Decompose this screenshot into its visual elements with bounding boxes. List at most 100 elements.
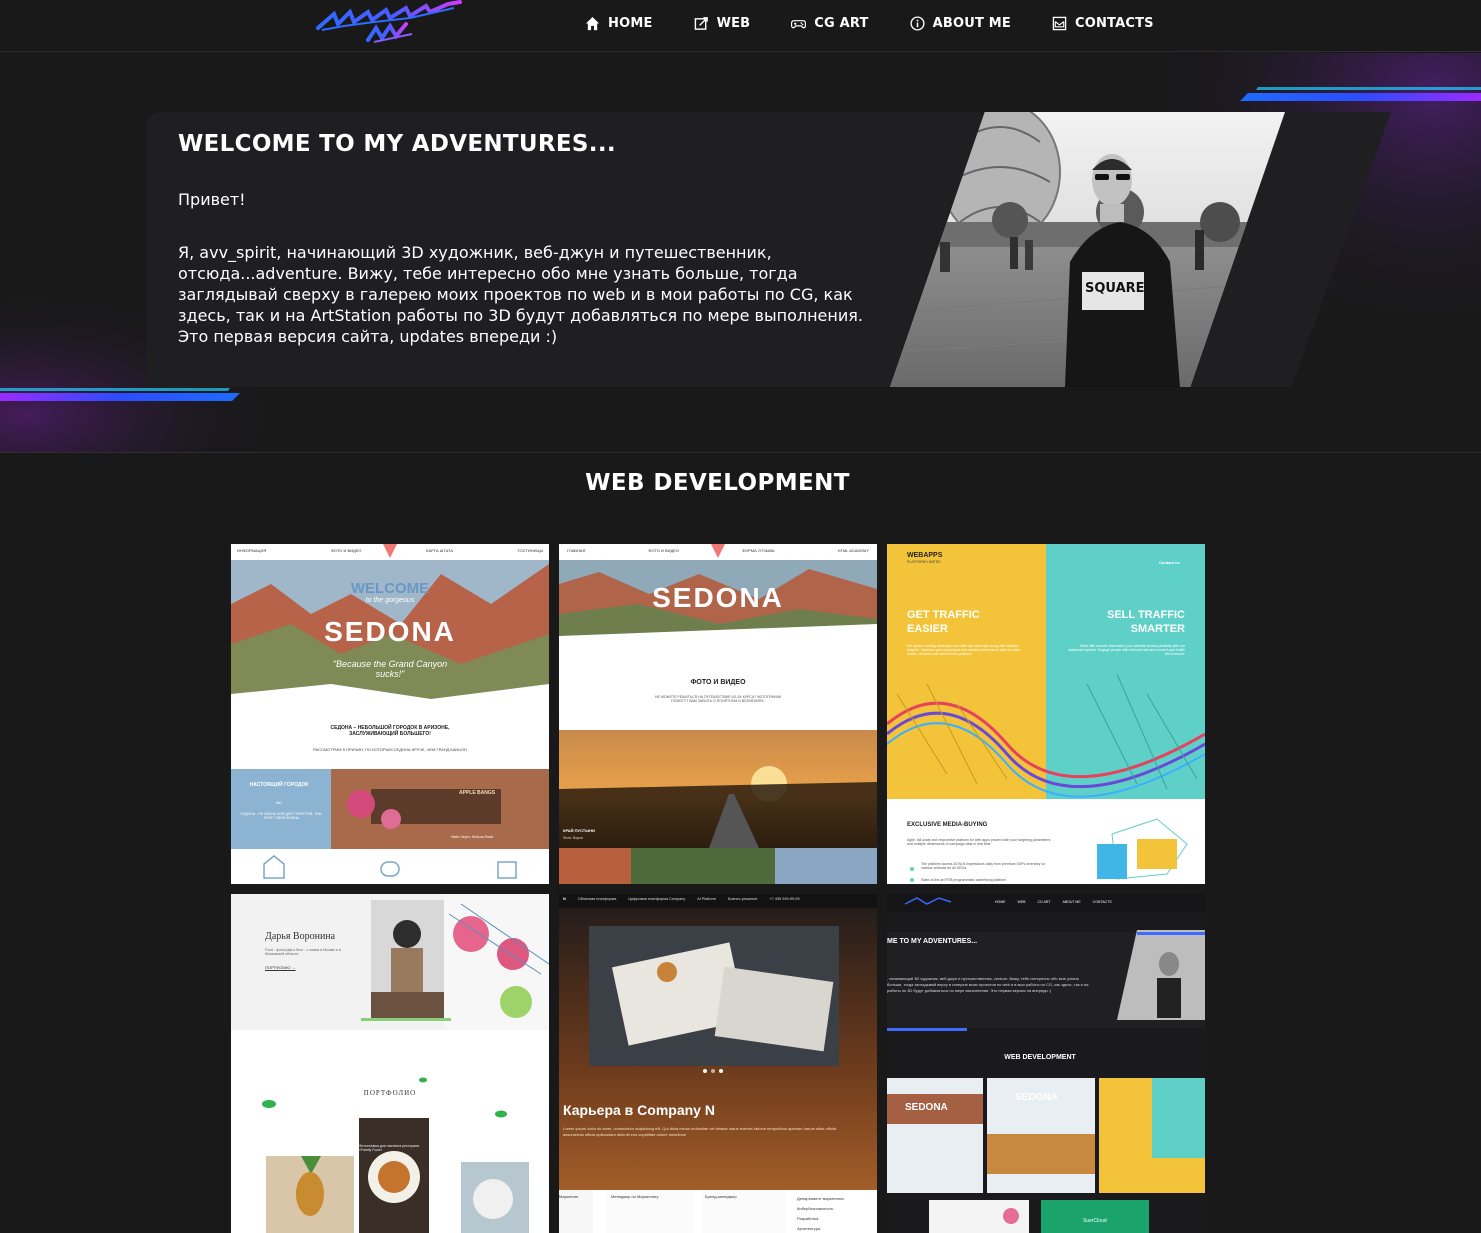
home-icon [585,16,600,31]
sedona-card-title: НАСТОЯЩИЙ ГОРОДОК [249,782,309,788]
mini-nav-cg: CG ART [1037,900,1051,904]
nav-about-me[interactable]: ABOUT ME [910,16,1011,31]
company-n-tab-3[interactable]: Бренд-менеджер [705,1194,737,1199]
sedona-card-text: СЕДОНА - НЕ ОЧЕНЬ КОЙ ДЛЯ ТУРИСТОВ, ТАМ … [240,812,322,820]
company-n-list-1: Департамент маркетинга [797,1196,844,1201]
sedona-nav-3: КАРТА ШТАТА [426,548,453,553]
webapps-brand-sub: PLATFORM LIMITED [907,560,941,564]
mail-icon [1052,16,1067,31]
sedona-welcome-quote: "Because the Grand Canyon sucks!" [332,659,448,679]
project-tile-sedona-photo[interactable]: ГЛАВНАЯ ФОТО И ВИДЕО ФОРМА ОТЗЫВА HTML A… [559,544,877,884]
sedona-photo-title: SEDONA [652,582,784,613]
company-n-nav-5: +7 495 999-99-99 [769,897,800,901]
sedona-welcome-heading: СЕДОНА – НЕБОЛЬШОЙ ГОРОДОК В АРИЗОНЕ, ЗА… [330,725,450,737]
nav-web[interactable]: WEB [694,16,751,31]
company-n-tab-1[interactable]: Маркетинг [559,1194,578,1199]
project-tile-darya-portfolio[interactable]: Дарья Воронина Food - фотограф и блог - … [231,894,549,1233]
darya-portfolio-link[interactable]: ПОРТФОЛИО → [265,965,296,970]
mini-nav-about: ABOUT ME [1062,900,1081,904]
company-n-list: Департамент маркетинга Кибербезопасность… [797,1194,844,1233]
nav-cg-art[interactable]: CG ART [791,16,868,31]
webapps-bullet-1: The platform access 30 BLN impressions d… [921,862,1046,870]
company-n-nav-3: AI Platform [697,897,717,901]
company-n-tab-2[interactable]: Менеджер по Маркетингу [611,1194,658,1199]
project-tile-sedona-welcome[interactable]: ИНФОРМАЦИЯ ФОТО И ВИДЕО КАРТА ШТАТА ГОСТ… [231,544,549,884]
webapps-bullet-2: State-of-the-art RTB programmatic advert… [921,878,1007,882]
adventures-mini-nav: HOME WEB CG ART ABOUT ME CONTACTS [995,900,1112,904]
sedona-nav-2: ФОТО И ВИДЕО [330,548,362,553]
mini-nav-web: WEB [1017,900,1026,904]
company-n-list-2: Кибербезопасность [797,1206,834,1211]
adventures-mini-text: , начинающий 3D художник, веб-джун и пут… [887,976,1089,993]
info-icon [910,16,925,31]
sedona-photo-caption: Нейл Херст, Sedona Road [451,835,493,839]
company-n-title: Карьера в Company N [563,1102,715,1118]
photo-shirt-text: SQUARE [1085,281,1145,296]
project-tile-adventures-site[interactable]: HOME WEB CG ART ABOUT ME CONTACTS ME TO … [887,894,1205,1233]
company-n-logo: N [563,897,566,901]
webapps-left-text: We deliver winning strategies and offer … [907,644,1022,656]
sedona-photo-nav-3: ФОРМА ОТЗЫВА [742,548,775,553]
mini-nav-contacts: CONTACTS [1092,900,1112,904]
sedona-nav-4: ГОСТИНИЦЫ [517,548,543,553]
web-icon [694,17,708,30]
hero-greeting: Привет! [178,190,246,209]
sedona-photo-nav: ГЛАВНАЯ ФОТО И ВИДЕО ФОРМА ОТЗЫВА HTML A… [567,548,869,553]
webapps-preview [887,544,1205,884]
site-logo[interactable] [314,0,464,46]
gamepad-icon [791,20,807,29]
sedona-photo-nav-2: ФОТО И ВИДЕО [648,548,680,553]
adventures-mini-sedona-1: SEDONA [905,1102,948,1113]
company-n-nav-1: Облачная платформа [577,897,617,901]
web-development-title: WEB DEVELOPMENT [585,470,850,496]
darya-name: Дарья Воронина [265,931,336,942]
sedona-welcome-title: SEDONA [324,616,456,647]
hero-section: SQUARE WELCOME TO MY ADVENTURES... Приве… [0,53,1481,453]
sedona-photo-caption-2: Фото: Ворон [563,836,584,840]
adventures-mini-section: WEB DEVELOPMENT [1004,1054,1076,1061]
hero-description: Я, avv_spirit, начинающий 3D художник, в… [178,243,863,346]
hero-title: WELCOME TO MY ADVENTURES... [178,131,616,157]
nav-home[interactable]: HOME [585,16,653,31]
adventures-mini-sedona-2: SEDONA [1015,1092,1058,1103]
nav-home-label: HOME [608,16,653,31]
webapps-bottom-text: Agile, full-scale and responsive platfor… [907,838,1051,846]
top-nav: HOME WEB CG ART ABOUT ME CONTACTS [0,0,1481,52]
nav-contacts[interactable]: CONTACTS [1052,16,1154,31]
nav-cg-art-label: CG ART [814,16,869,31]
webapps-left-title: GET TRAFFIC EASIER [907,609,980,635]
adventures-mini-card: SuerCloud [1083,1218,1107,1224]
company-n-nav-4: Бизнес-решение [728,897,758,901]
sedona-photo-text: НЕ МОЖЕТЕ РЕШИТЬСЯ НА ПУТЕШЕСТВИЕ ИЗ-ЗА … [655,695,781,703]
company-n-nav-2: Цифровая платформа Company [628,897,686,901]
sedona-nav-1: ИНФОРМАЦИЯ [237,548,267,553]
adventures-mini-title: ME TO MY ADVENTURES... [887,938,978,945]
sedona-photo-nav-4: HTML ACADEMY [837,548,869,553]
company-n-preview [559,894,877,1233]
sedona-welcome-text: WELCOME [350,580,430,597]
sedona-sign-text: APPLE BANGS [459,790,496,796]
webapps-bottom-title: EXCLUSIVE MEDIA-BUYING [907,822,988,828]
nav-menu: HOME WEB CG ART ABOUT ME CONTACTS [585,16,1154,31]
sedona-photo-heading: ФОТО И ВИДЕО [690,679,746,686]
mini-nav-home: HOME [995,900,1006,904]
company-n-text: Lorem ipsum dolor sit amet, consectetur … [563,1126,837,1137]
webapps-right-title: SELL TRAFFIC SMARTER [1106,609,1185,635]
darya-portfolio-preview [231,894,549,1233]
project-tile-company-n[interactable]: N Облачная платформа Цифровая платформа … [559,894,877,1233]
sedona-welcome-sub: to the gorgeous [365,597,415,604]
webapps-brand: WEBAPPS [907,552,943,559]
darya-portfolio-heading: ПОРТФОЛИО [363,1089,417,1097]
webapps-right-text: Work with adverts that match your websit… [1068,644,1185,656]
company-n-list-3: Разработка [797,1216,819,1221]
sedona-photo-nav-1: ГЛАВНАЯ [567,548,586,553]
sedona-welcome-subheading: РАССМОТРИМ 5 ПРИЧИН, ПО КОТОРЫМ СЕДОНА К… [313,747,467,752]
project-tile-webapps[interactable]: WEBAPPS PLATFORM LIMITED Contact us GET … [887,544,1205,884]
nav-about-me-label: ABOUT ME [932,16,1011,31]
company-n-list-4: Архитектура [797,1226,821,1231]
logo-mark [316,0,462,43]
sedona-welcome-nav: ИНФОРМАЦИЯ ФОТО И ВИДЕО КАРТА ШТАТА ГОСТ… [237,548,543,553]
darya-description: Food - фотограф и блог - о жизни в Москв… [265,948,341,956]
webapps-contact-link: Contact us [1159,560,1180,565]
nav-web-label: WEB [716,16,751,31]
